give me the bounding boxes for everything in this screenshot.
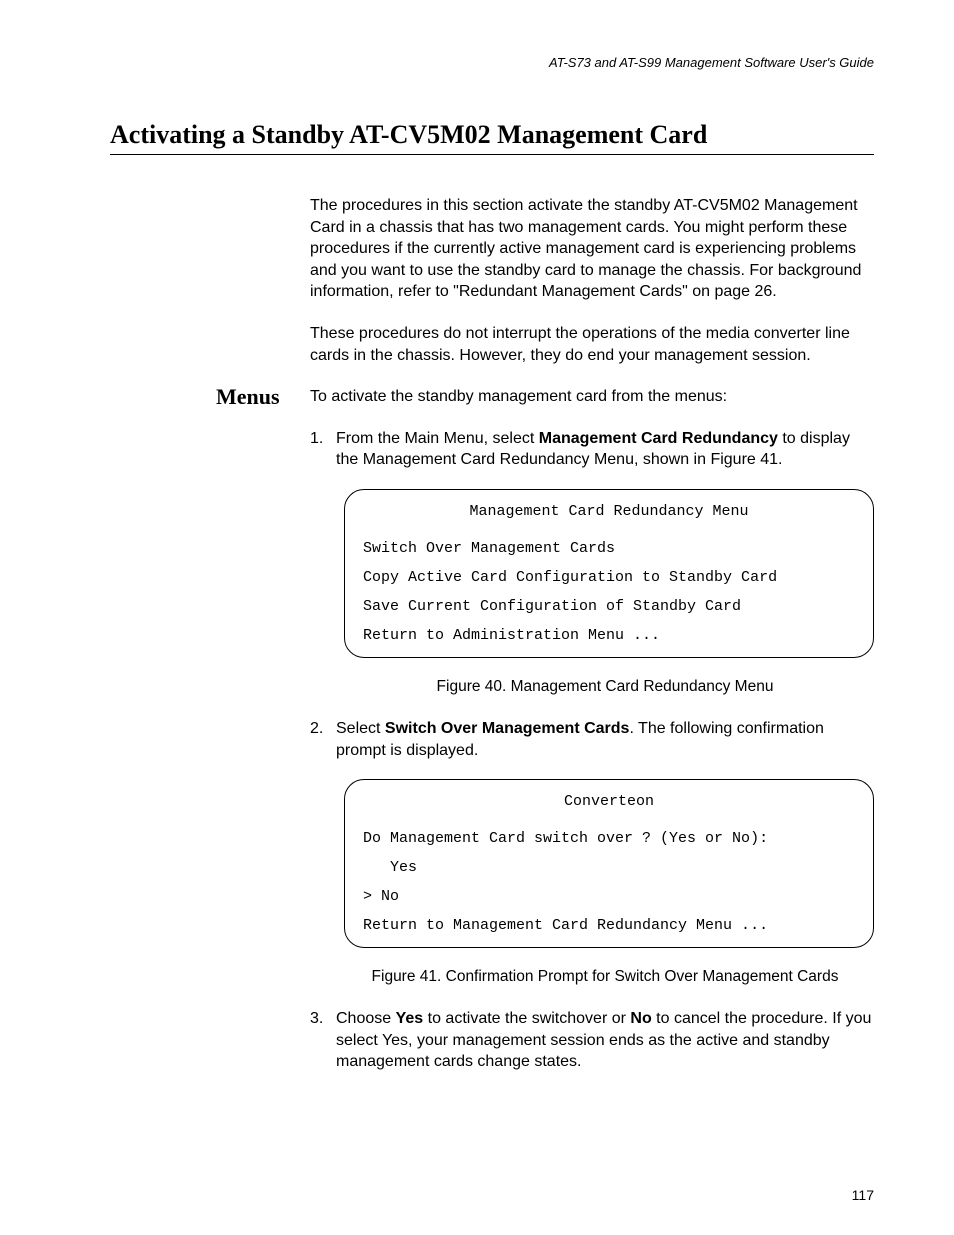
menus-intro: To activate the standby management card … <box>310 386 874 408</box>
bold-term: Yes <box>396 1010 424 1027</box>
section-title: Activating a Standby AT-CV5M02 Managemen… <box>110 120 874 155</box>
step-2: 2. Select Switch Over Management Cards. … <box>310 718 874 761</box>
step-number: 2. <box>310 718 336 761</box>
step-body: From the Main Menu, select Management Ca… <box>336 428 874 471</box>
page-number: 117 <box>852 1187 874 1203</box>
menu-screen-2: Converteon Do Management Card switch ove… <box>344 779 874 948</box>
body-column: The procedures in this section activate … <box>310 195 874 1073</box>
running-header: AT-S73 and AT-S99 Management Software Us… <box>110 55 874 70</box>
figure-40-caption: Figure 40. Management Card Redundancy Me… <box>336 678 874 696</box>
step-body: Choose Yes to activate the switchover or… <box>336 1008 874 1073</box>
intro-paragraph-2: These procedures do not interrupt the op… <box>310 323 874 366</box>
menu-item: Save Current Configuration of Standby Ca… <box>363 599 855 614</box>
menu-prompt: Do Management Card switch over ? (Yes or… <box>363 831 855 846</box>
menu-screen-1: Management Card Redundancy Menu Switch O… <box>344 489 874 658</box>
menu-option-selected: > No <box>363 889 855 904</box>
procedure-list: 1. From the Main Menu, select Management… <box>310 428 874 1073</box>
bold-term: No <box>630 1010 651 1027</box>
bold-term: Switch Over Management Cards <box>385 720 630 737</box>
menu-item: Switch Over Management Cards <box>363 541 855 556</box>
menu-item: Return to Management Card Redundancy Men… <box>363 918 855 933</box>
menu-title: Management Card Redundancy Menu <box>363 504 855 519</box>
intro-paragraph-1: The procedures in this section activate … <box>310 195 874 303</box>
menu-item: Copy Active Card Configuration to Standb… <box>363 570 855 585</box>
text: Choose <box>336 1010 396 1027</box>
bold-term: Management Card Redundancy <box>539 430 778 447</box>
text: From the Main Menu, select <box>336 430 539 447</box>
text: Select <box>336 720 385 737</box>
step-number: 3. <box>310 1008 336 1073</box>
side-heading-menus: Menus <box>216 384 280 410</box>
step-3: 3. Choose Yes to activate the switchover… <box>310 1008 874 1073</box>
step-number: 1. <box>310 428 336 471</box>
step-body: Select Switch Over Management Cards. The… <box>336 718 874 761</box>
step-1: 1. From the Main Menu, select Management… <box>310 428 874 471</box>
menu-item: Return to Administration Menu ... <box>363 628 855 643</box>
figure-41-caption: Figure 41. Confirmation Prompt for Switc… <box>336 968 874 986</box>
menu-option: Yes <box>363 860 855 875</box>
text: to activate the switchover or <box>423 1010 630 1027</box>
menu-title: Converteon <box>363 794 855 809</box>
page: AT-S73 and AT-S99 Management Software Us… <box>0 0 954 1235</box>
